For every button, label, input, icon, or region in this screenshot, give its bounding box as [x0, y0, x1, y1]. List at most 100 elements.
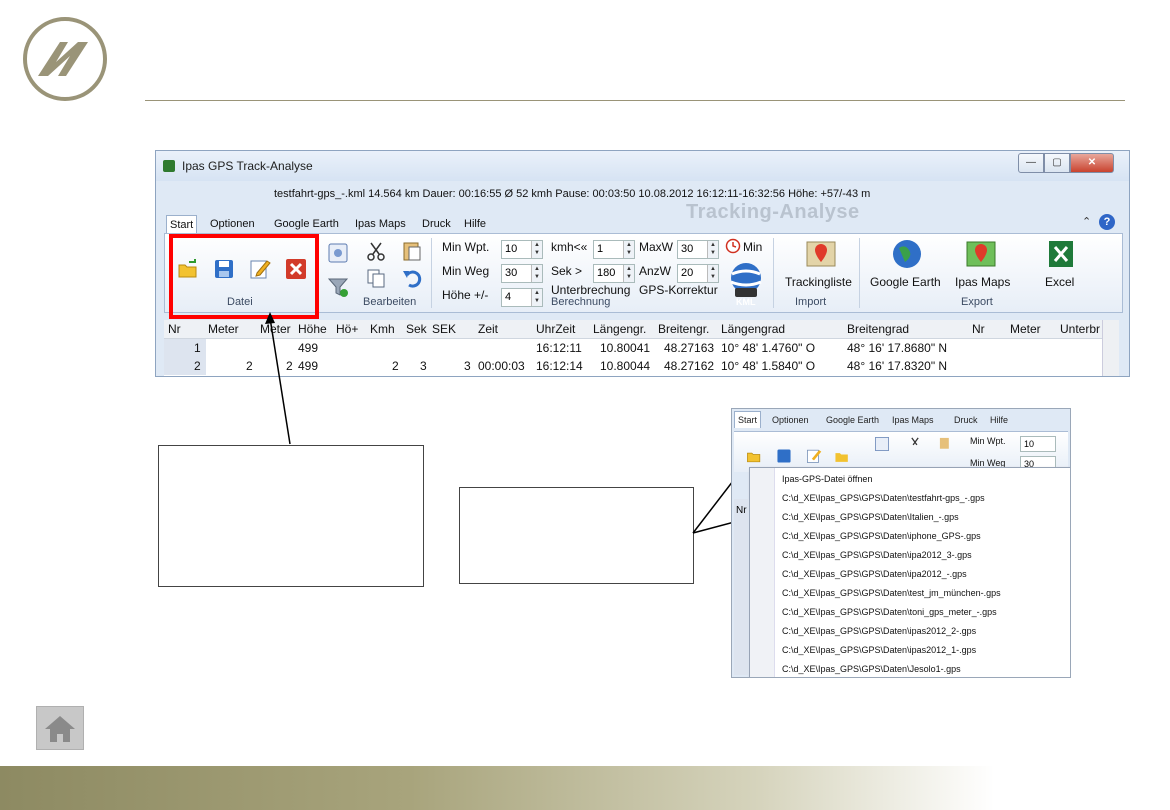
menu-item-recent-file[interactable]: C:\d_XE\Ipas_GPS\GPS\Daten\testfahrt-gps… [782, 493, 985, 503]
tab-druck[interactable]: Druck [422, 215, 451, 233]
cell-meter-2: 2 [286, 359, 293, 373]
footer-band [0, 766, 1170, 810]
tab-google-earth[interactable]: Google Earth [274, 215, 339, 233]
col-unterbr[interactable]: Unterbr [1060, 322, 1100, 336]
cell-nr: 1 [194, 341, 201, 355]
callout-box-middle [459, 487, 694, 584]
menu-item-recent-file[interactable]: C:\d_XE\Ipas_GPS\GPS\Daten\iphone_GPS-.g… [782, 531, 981, 541]
menu-item-recent-file[interactable]: C:\d_XE\Ipas_GPS\GPS\Daten\Italien_-.gps [782, 512, 959, 522]
group-label-bearbeiten: Bearbeiten [363, 296, 417, 308]
help-icon[interactable]: ? [1099, 214, 1115, 230]
col-kmh[interactable]: Kmh [370, 322, 395, 336]
separator [431, 238, 432, 308]
col-hoehe[interactable]: Höhe [298, 322, 327, 336]
col-meter[interactable]: Meter [208, 322, 239, 336]
inset-tab-hilfe[interactable]: Hilfe [990, 415, 1008, 425]
copy-icon[interactable] [365, 267, 387, 289]
kml-globe-icon[interactable] [727, 262, 765, 298]
inset-tab-druck[interactable]: Druck [954, 415, 978, 425]
track-info: testfahrt-gps_-.kml 14.564 km Dauer: 00:… [274, 188, 871, 200]
col-sek-2[interactable]: SEK [432, 322, 456, 336]
globe-icon[interactable] [891, 238, 923, 270]
save-icon[interactable] [776, 448, 792, 464]
min-wpt-spinner[interactable]: 10 ▲ ▼ [501, 240, 543, 259]
menu-item-recent-file[interactable]: C:\d_XE\Ipas_GPS\GPS\Daten\ipa2012_-.gps [782, 569, 967, 579]
inset-tab-ipas-maps[interactable]: Ipas Maps [892, 415, 934, 425]
table-row[interactable]: 1 499 16:12:11 10.80041 48.27163 10° 48'… [164, 339, 1114, 357]
window-title: Ipas GPS Track-Analyse [182, 159, 313, 173]
google-earth-button[interactable]: Google Earth [870, 275, 941, 289]
anzw-spinner[interactable]: 20 ▲ ▼ [677, 264, 719, 283]
paste-icon[interactable] [938, 436, 952, 450]
open-folder-icon[interactable] [746, 448, 762, 464]
excel-icon[interactable] [1045, 238, 1077, 270]
callout-box-left [158, 445, 424, 587]
minimize-button[interactable]: — [1018, 153, 1044, 173]
trackingliste-button[interactable]: Trackingliste [785, 275, 852, 289]
undo-icon[interactable] [401, 267, 423, 289]
tab-hilfe[interactable]: Hilfe [464, 215, 486, 233]
ipas-maps-icon[interactable] [965, 238, 997, 270]
table-row[interactable]: 2 2 2 499 2 3 3 00:00:03 16:12:14 10.800… [164, 357, 1114, 375]
anzw-label: AnzW [639, 264, 672, 278]
min-wpt-label: Min Wpt. [442, 240, 490, 254]
menu-item-recent-file[interactable]: C:\d_XE\Ipas_GPS\GPS\Daten\ipas2012_2-.g… [782, 626, 976, 636]
menu-item-recent-file[interactable]: C:\d_XE\Ipas_GPS\GPS\Daten\ipas2012_1-.g… [782, 645, 976, 655]
col-zeit[interactable]: Zeit [478, 322, 498, 336]
cell-breitengrad: 48° 16' 17.8320" N [847, 359, 948, 373]
cell-breitengr: 48.27162 [664, 359, 715, 373]
col-meter-2[interactable]: Meter [260, 322, 291, 336]
app-icon [163, 160, 175, 172]
col-laengengr[interactable]: Längengr. [593, 322, 646, 336]
cell-breitengr: 48.27163 [664, 341, 715, 355]
col-nr[interactable]: Nr [168, 322, 181, 336]
col-uhrzeit[interactable]: UhrZeit [536, 322, 575, 336]
settings-icon[interactable] [327, 242, 349, 264]
maximize-button[interactable]: ▢ [1044, 153, 1070, 173]
maxw-spinner[interactable]: 30 ▲ ▼ [677, 240, 719, 259]
col-laengengrad[interactable]: Längengrad [721, 322, 785, 336]
home-icon [45, 716, 75, 742]
inset-tab-start[interactable]: Start [734, 411, 762, 428]
col-nr-2[interactable]: Nr [972, 322, 985, 336]
kmh-label: kmh<« [551, 240, 588, 254]
recent-files-menu: Ipas-GPS-Datei öffnen C:\d_XE\Ipas_GPS\G… [749, 467, 1070, 677]
collapse-ribbon-icon[interactable]: ⌃ [1082, 215, 1091, 228]
inset-min-wpt-spinner[interactable]: 10 [1020, 436, 1056, 452]
settings-icon[interactable] [874, 436, 890, 452]
col-hoe-plus[interactable]: Hö+ [336, 322, 358, 336]
vertical-scrollbar[interactable] [1102, 320, 1119, 376]
paste-icon[interactable] [401, 240, 423, 262]
clock-icon[interactable] [725, 238, 741, 254]
ipas-maps-button[interactable]: Ipas Maps [955, 275, 1010, 289]
min-weg-spinner[interactable]: 30 ▲ ▼ [501, 264, 543, 283]
excel-button[interactable]: Excel [1045, 275, 1074, 289]
close-file-icon[interactable] [834, 448, 850, 464]
tab-start[interactable]: Start [166, 215, 198, 234]
hoehe-spinner[interactable]: 4 ▲ ▼ [501, 288, 543, 307]
menu-item-recent-file[interactable]: C:\d_XE\Ipas_GPS\GPS\Daten\test_jm_münch… [782, 588, 1001, 598]
kmh-spinner[interactable]: 1 ▲ ▼ [593, 240, 635, 259]
sek-spinner[interactable]: 180 ▲ ▼ [593, 264, 635, 283]
menu-item-recent-file[interactable]: C:\d_XE\Ipas_GPS\GPS\Daten\ipa2012_3-.gp… [782, 550, 972, 560]
col-breitengr[interactable]: Breitengr. [658, 322, 709, 336]
watermark-text: Tracking-Analyse [686, 201, 860, 223]
separator [773, 238, 774, 308]
close-window-button[interactable]: ✕ [1070, 153, 1114, 173]
cut-icon[interactable] [908, 436, 922, 450]
map-pin-icon[interactable] [805, 238, 837, 270]
menu-item-open[interactable]: Ipas-GPS-Datei öffnen [782, 474, 872, 484]
edit-icon[interactable] [806, 448, 822, 464]
tab-ipas-maps[interactable]: Ipas Maps [355, 215, 406, 233]
home-button[interactable] [36, 706, 84, 750]
col-meter-3[interactable]: Meter [1010, 322, 1041, 336]
inset-tab-google-earth[interactable]: Google Earth [826, 415, 879, 425]
filter-icon[interactable] [327, 276, 349, 298]
tab-optionen[interactable]: Optionen [210, 215, 255, 233]
menu-item-recent-file[interactable]: C:\d_XE\Ipas_GPS\GPS\Daten\Jesolo1-.gps [782, 664, 961, 674]
menu-item-recent-file[interactable]: C:\d_XE\Ipas_GPS\GPS\Daten\toni_gps_mete… [782, 607, 997, 617]
col-breitengrad[interactable]: Breitengrad [847, 322, 909, 336]
cut-icon[interactable] [365, 240, 387, 262]
inset-tab-optionen[interactable]: Optionen [772, 415, 809, 425]
col-sek[interactable]: Sek [406, 322, 427, 336]
